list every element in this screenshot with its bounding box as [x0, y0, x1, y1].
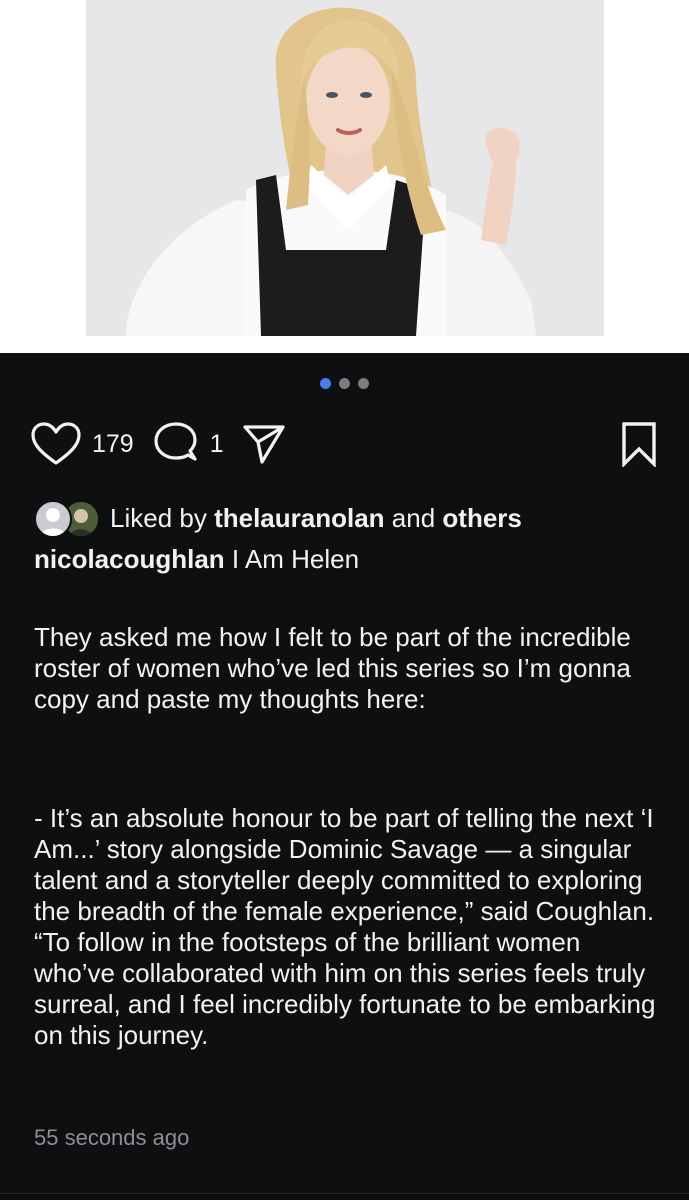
liked-by-and: and — [391, 502, 436, 533]
caption-username-link[interactable]: nicolacoughlan — [34, 544, 225, 574]
share-button[interactable] — [242, 422, 286, 466]
send-icon — [242, 422, 286, 466]
caption-paragraph-1: They asked me how I felt to be part of t… — [34, 622, 631, 714]
avatar — [34, 500, 72, 538]
post-photo[interactable] — [86, 0, 604, 336]
carousel-dot-1 — [320, 378, 331, 389]
post-timestamp: 55 seconds ago — [34, 1125, 190, 1150]
comment-button[interactable]: 1 — [152, 421, 242, 467]
bookmark-icon — [619, 421, 659, 467]
liked-by-prefix: Liked by — [110, 502, 207, 533]
caption-header: nicolacoughlan I Am Helen — [34, 544, 359, 575]
divider — [0, 1193, 689, 1194]
caption-headline: I Am Helen — [231, 544, 360, 574]
carousel-dot-2 — [339, 378, 350, 389]
caption-paragraph-2: - It’s an absolute honour to be part of … — [34, 803, 656, 1050]
comment-count: 1 — [209, 429, 224, 458]
like-count: 179 — [92, 429, 134, 458]
liker-avatars — [34, 500, 100, 538]
liked-by-others-link[interactable]: others — [442, 503, 521, 534]
heart-icon — [30, 421, 82, 467]
post-media-area — [0, 0, 689, 353]
post-action-bar: 179 1 — [30, 420, 659, 468]
carousel-dot-3 — [358, 378, 369, 389]
liked-by-user-link[interactable]: thelauranolan — [214, 503, 384, 534]
comment-icon — [152, 421, 200, 467]
save-button[interactable] — [619, 421, 659, 467]
carousel-indicator — [0, 378, 689, 389]
liked-by-row[interactable]: Liked by thelauranolan and others — [34, 500, 522, 538]
like-button[interactable]: 179 — [30, 421, 152, 467]
